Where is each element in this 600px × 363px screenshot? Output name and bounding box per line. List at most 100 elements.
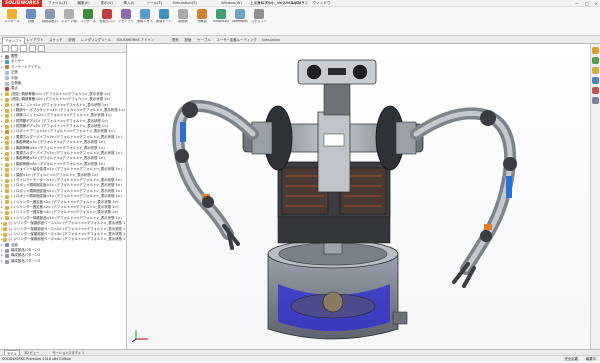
toolbar-button-label: 合致 — [27, 20, 35, 23]
plane-icon — [5, 70, 9, 75]
pattern-icon — [5, 254, 9, 259]
menu-item-7[interactable]: ヘルプ(H) — [257, 1, 273, 6]
tab-8[interactable]: ケーブル — [195, 37, 212, 44]
toolbar-button-label: 構成部品パターン — [42, 20, 58, 23]
toolbar-button-label: アセンブリフィーチャー — [118, 20, 134, 23]
part-icon — [2, 232, 7, 237]
tab-6[interactable]: 電気 — [170, 37, 181, 44]
toolbar-button-13[interactable]: スナップショット — [251, 9, 267, 34]
menu-item-1[interactable]: 編集(E) — [77, 1, 89, 6]
robot-model[interactable] — [128, 44, 590, 349]
minimize-icon[interactable]: — — [575, 0, 579, 7]
tab-2[interactable]: スケッチ — [47, 37, 65, 44]
shoulder-assembly[interactable] — [242, 105, 424, 193]
toolbar-button-label: コンポーネント移動 — [80, 20, 96, 23]
maximize-icon[interactable]: □ — [585, 0, 589, 7]
tab-9[interactable]: ユーザー定義ルーティング — [214, 37, 258, 44]
instant3d-icon — [216, 9, 226, 19]
toolbar-button-label: 部品表 — [178, 20, 188, 23]
toolbar-button-5[interactable]: 非表示コンポーネント — [99, 9, 115, 34]
task-pane-tabs — [590, 44, 600, 349]
part-icon — [5, 178, 9, 183]
menu-item-3[interactable]: 挿入(I) — [123, 1, 134, 6]
toolbar-button-label: コンポーネントの挿入 — [4, 20, 20, 23]
head-sensor[interactable] — [297, 59, 377, 116]
part-icon — [5, 157, 9, 162]
view-palette-icon[interactable] — [592, 77, 599, 84]
part-icon — [2, 221, 7, 226]
toolbar-button-label: 非表示コンポーネント — [99, 20, 115, 23]
menu-item-4[interactable]: ツール(T) — [146, 1, 162, 6]
part-icon — [5, 151, 9, 156]
toolbar-button-7[interactable]: 参照ジオメトリ — [137, 9, 153, 34]
menu-item-2[interactable]: 表示(V) — [100, 1, 112, 6]
part-icon — [5, 167, 9, 172]
mate-icon — [26, 9, 36, 19]
right-arm[interactable] — [410, 107, 517, 288]
appearances-icon[interactable] — [592, 87, 599, 94]
tab-10[interactable]: Simulation — [260, 37, 282, 44]
toolbar-button-8[interactable]: 新規モーションスタディ — [156, 9, 172, 34]
toolbar-button-label: Instant3D — [213, 20, 229, 23]
menu-item-6[interactable]: Window(W) — [221, 1, 242, 6]
pattern-icon — [5, 248, 9, 253]
tab-1[interactable]: レイアウト — [25, 37, 46, 44]
toolbar-button-6[interactable]: アセンブリフィーチャー — [118, 9, 134, 34]
toolbar-button-9[interactable]: 部品表 — [175, 9, 191, 34]
move-icon — [83, 9, 93, 19]
tree-item-label: (-) シリンダー保護部品ベース<4> (デフォルト<<デフォルト>_表示状態 … — [8, 237, 125, 242]
command-manager-toolbar: コンポーネントの挿入 合致 構成部品パターンスマート締結部品コンポーネント移動非表示… — [0, 7, 600, 36]
close-icon[interactable]: ✕ — [595, 0, 598, 7]
annotation-icon — [5, 65, 9, 70]
tab-3[interactable]: 評価 — [66, 37, 77, 44]
tab-5[interactable]: SOLIDWORKS アドイン — [115, 37, 157, 44]
part-icon — [5, 103, 9, 108]
tab-0[interactable]: アセンブリ — [2, 37, 25, 44]
tree-item[interactable]: ▸ 構成部品パターン3 — [1, 259, 125, 264]
configuration-manager-tab-icon[interactable] — [20, 45, 27, 52]
part-icon — [5, 205, 9, 210]
toolbar-button-0[interactable]: コンポーネントの挿入 — [4, 9, 20, 34]
toolbar-button-2[interactable]: 構成部品パターン — [42, 9, 58, 34]
design-library-icon[interactable] — [592, 57, 599, 64]
plane-icon — [5, 76, 9, 81]
origin-icon — [5, 87, 9, 92]
part-icon — [5, 194, 9, 199]
solidworks-logo[interactable]: SOLIDWORKS — [2, 0, 42, 7]
part-icon — [5, 200, 9, 205]
toolbar-button-label: 新規モーションスタディ — [156, 20, 172, 23]
toolbar-button-4[interactable]: コンポーネント移動 — [80, 9, 96, 34]
part-icon — [5, 124, 9, 129]
toolbar-button-12[interactable]: Speedpak更新 — [232, 9, 248, 34]
base-cylinder[interactable] — [267, 239, 408, 340]
graphics-area[interactable] — [128, 44, 590, 349]
toolbar-button-1[interactable]: 合致 — [23, 9, 39, 34]
part-icon — [5, 113, 9, 118]
toolbar-button-10[interactable]: 分解図 — [194, 9, 210, 34]
menu-item-5[interactable]: Simulation(S) — [173, 1, 197, 6]
custom-properties-icon[interactable] — [592, 97, 599, 104]
status-bar: SOLIDWORKS Premium 2016 x64 Edition 完全定義… — [0, 355, 600, 362]
part-icon — [5, 135, 9, 140]
part-icon — [2, 227, 7, 232]
feature-manager-tab-icon[interactable] — [2, 45, 9, 52]
dimxpert-tab-icon[interactable] — [29, 45, 36, 52]
mates-folder-icon — [5, 243, 9, 248]
history-icon — [5, 54, 9, 59]
feature-tree: ▸ 履歴 ▸ センサー ▸ アノテートアイテム 正面 平面 右側面 原点 ▸ (固定) 胸部骨格<1>… — [0, 53, 126, 265]
snapshot-icon — [254, 9, 264, 19]
menu-item-0[interactable]: ファイル(F) — [48, 1, 67, 6]
part-icon — [5, 211, 9, 216]
tab-4[interactable]: レンダリングツール — [79, 37, 114, 44]
tree-item[interactable]: ▸ (-) シリンダー保護部品ベース<4> (デフォルト<<デフォルト>_表示状態… — [1, 237, 125, 242]
left-arm[interactable] — [172, 99, 259, 250]
display-manager-tab-icon[interactable] — [38, 45, 45, 52]
resources-icon[interactable] — [592, 47, 599, 54]
menu-item-8[interactable]: ツールボックス — [283, 1, 308, 6]
file-explorer-icon[interactable] — [592, 67, 599, 74]
tab-7[interactable]: 配管 — [183, 37, 194, 44]
property-manager-tab-icon[interactable] — [11, 45, 18, 52]
menu-item-9[interactable]: ウィンドウ — [313, 1, 331, 6]
toolbar-button-11[interactable]: Instant3D — [213, 9, 229, 34]
toolbar-button-3[interactable]: スマート締結部品 — [61, 9, 77, 34]
